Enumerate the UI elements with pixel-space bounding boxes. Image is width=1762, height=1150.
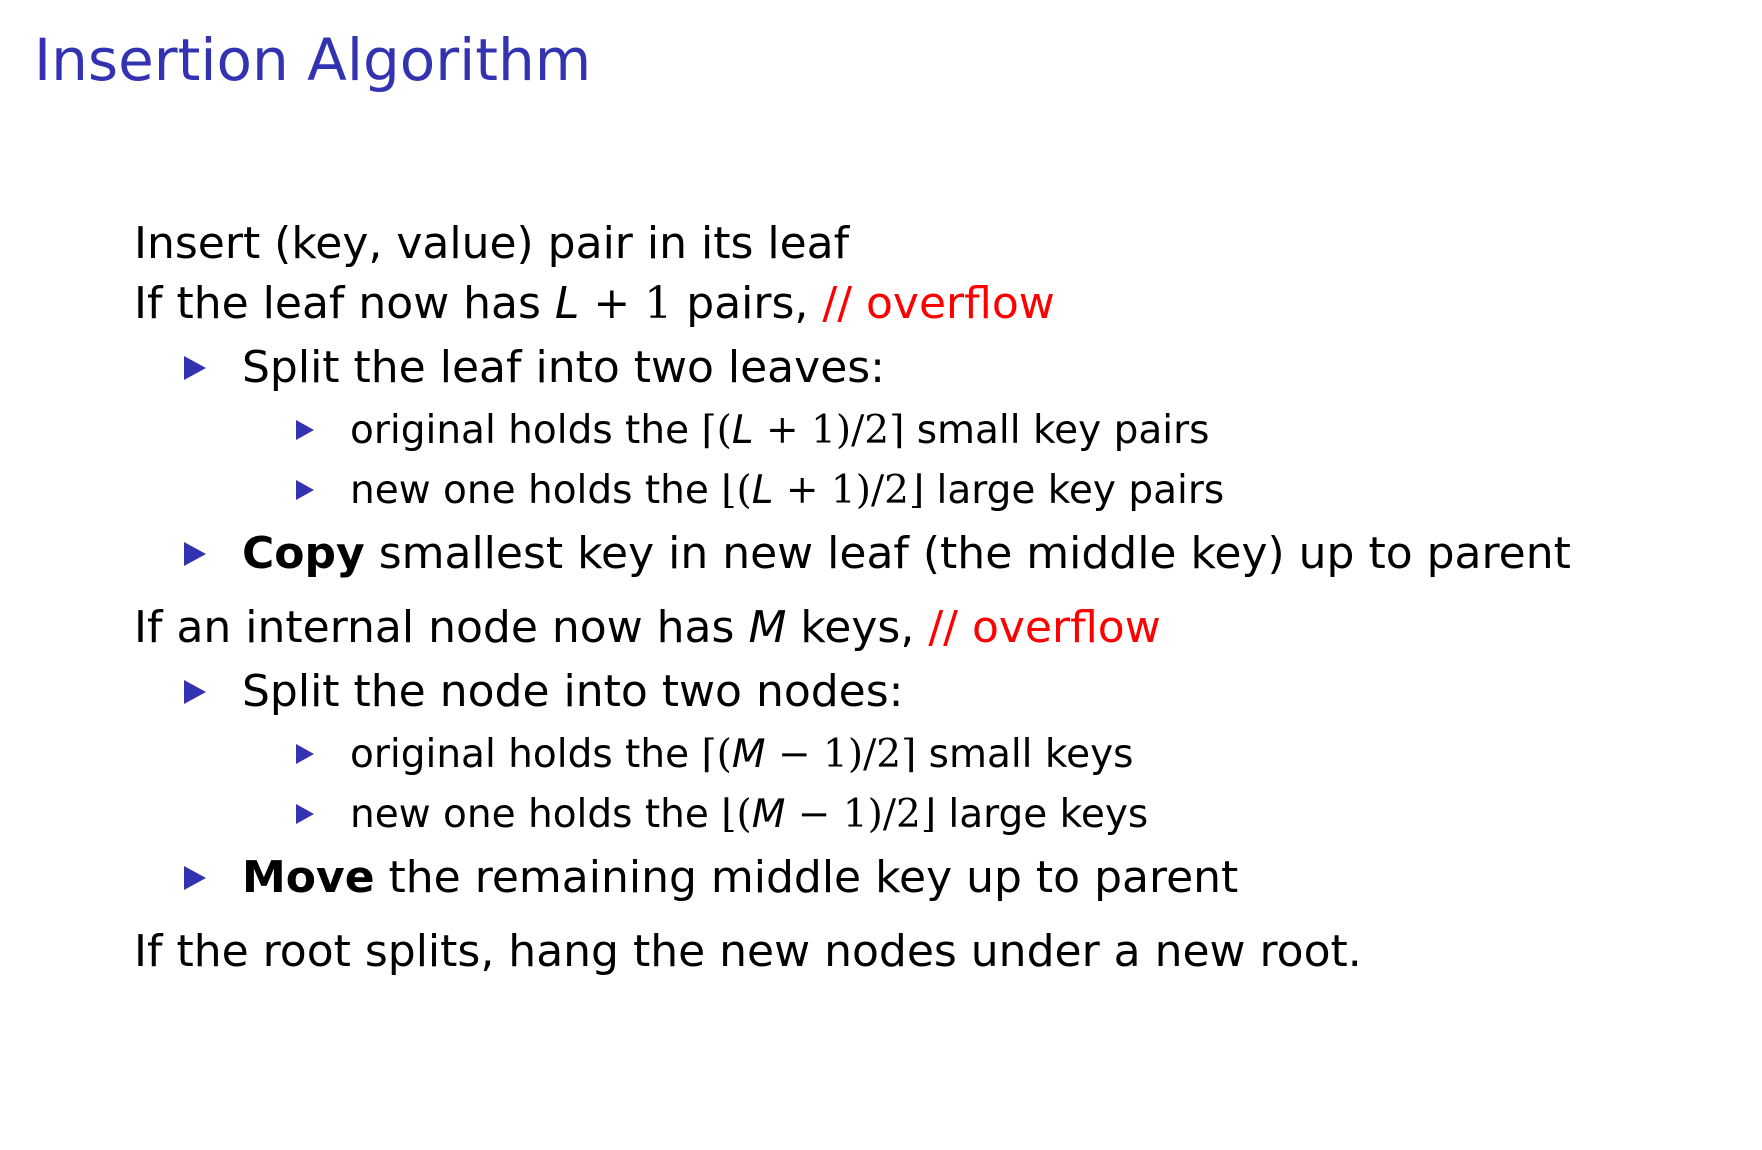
internal-overflow-line: If an internal node now has M keys, // o… xyxy=(134,606,1161,650)
node-new-expr: − 1)/2⌋ xyxy=(785,792,937,837)
leaf-expr: + 1 xyxy=(579,278,673,329)
small-triangle-bullet-icon xyxy=(296,804,314,824)
leaf-new-item: new one holds the ⌊(L + 1)/2⌋ large key … xyxy=(350,471,1224,510)
leaf-overflow-comment: // overflow xyxy=(822,278,1055,329)
copy-item: Copy smallest key in new leaf (the middl… xyxy=(242,532,1571,576)
split-node-item: Split the node into two nodes: xyxy=(242,670,904,714)
leaf-new-prefix: new one holds the xyxy=(350,468,722,513)
node-new-var: M xyxy=(751,792,786,837)
node-new-open: ⌊( xyxy=(721,792,752,837)
node-original-item: original holds the ⌈(M − 1)/2⌉ small key… xyxy=(350,735,1134,774)
split-leaf-text: Split the leaf into two leaves: xyxy=(242,342,886,393)
copy-bold-text: Copy xyxy=(242,528,365,579)
internal-if-prefix: If an internal node now has xyxy=(134,602,749,653)
leaf-orig-suffix: small key pairs xyxy=(904,408,1210,453)
insert-text: Insert (key, value) pair in its leaf xyxy=(134,218,850,269)
leaf-new-var: L xyxy=(751,468,774,513)
split-node-text: Split the node into two nodes: xyxy=(242,666,904,717)
node-new-suffix: large keys xyxy=(936,792,1149,837)
insert-line: Insert (key, value) pair in its leaf xyxy=(134,222,849,266)
move-item: Move the remaining middle key up to pare… xyxy=(242,856,1238,900)
internal-if-suffix: keys, xyxy=(786,602,929,653)
leaf-orig-prefix: original holds the xyxy=(350,408,702,453)
leaf-new-open: ⌊( xyxy=(721,468,752,513)
internal-var: M xyxy=(748,602,787,653)
node-orig-suffix: small keys xyxy=(916,732,1134,777)
split-leaf-item: Split the leaf into two leaves: xyxy=(242,346,885,390)
small-triangle-bullet-icon xyxy=(296,744,314,764)
slide-title: Insertion Algorithm xyxy=(34,26,592,94)
node-new-item: new one holds the ⌊(M − 1)/2⌋ large keys xyxy=(350,795,1148,834)
node-orig-prefix: original holds the xyxy=(350,732,702,777)
leaf-new-expr: + 1)/2⌋ xyxy=(773,468,925,513)
node-orig-expr: − 1)/2⌉ xyxy=(765,732,917,777)
leaf-if-suffix: pairs, xyxy=(672,278,823,329)
move-bold-text: Move xyxy=(242,852,375,903)
root-split-line: If the root splits, hang the new nodes u… xyxy=(134,930,1362,974)
leaf-orig-var: L xyxy=(731,408,754,453)
triangle-bullet-icon xyxy=(184,356,206,380)
copy-rest-text: smallest key in new leaf (the middle key… xyxy=(364,528,1571,579)
triangle-bullet-icon xyxy=(184,542,206,566)
leaf-orig-open: ⌈( xyxy=(701,408,732,453)
move-rest-text: the remaining middle key up to parent xyxy=(374,852,1239,903)
internal-overflow-comment: // overflow xyxy=(928,602,1161,653)
leaf-original-item: original holds the ⌈(L + 1)/2⌉ small key… xyxy=(350,411,1210,450)
root-text: If the root splits, hang the new nodes u… xyxy=(134,926,1362,977)
triangle-bullet-icon xyxy=(184,866,206,890)
small-triangle-bullet-icon xyxy=(296,480,314,500)
leaf-orig-expr: + 1)/2⌉ xyxy=(753,408,905,453)
leaf-if-prefix: If the leaf now has xyxy=(134,278,555,329)
node-new-prefix: new one holds the xyxy=(350,792,722,837)
node-orig-var: M xyxy=(731,732,766,777)
node-orig-open: ⌈( xyxy=(701,732,732,777)
leaf-overflow-line: If the leaf now has L + 1 pairs, // over… xyxy=(134,282,1055,326)
leaf-new-suffix: large key pairs xyxy=(924,468,1225,513)
triangle-bullet-icon xyxy=(184,680,206,704)
leaf-var: L xyxy=(554,278,580,329)
small-triangle-bullet-icon xyxy=(296,420,314,440)
